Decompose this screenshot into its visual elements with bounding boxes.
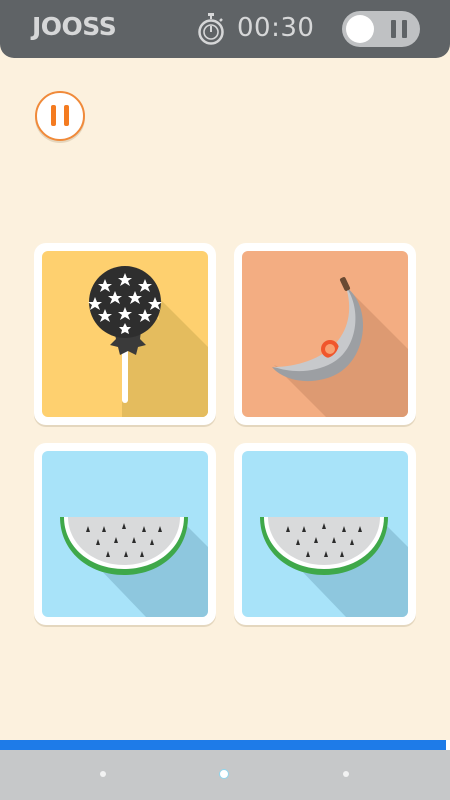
pause-icon xyxy=(51,105,56,126)
pause-button[interactable] xyxy=(35,91,85,141)
app-logo: JOOSS xyxy=(32,12,117,41)
toggle-knob xyxy=(346,15,374,43)
lollipop-icon xyxy=(42,251,208,417)
timer-display: 00:30 xyxy=(237,13,315,43)
nav-dot-recent[interactable] xyxy=(343,771,349,777)
nav-dot-home[interactable] xyxy=(219,769,229,779)
progress-end xyxy=(446,740,450,750)
banana-icon xyxy=(242,251,408,417)
bottom-nav-bar xyxy=(0,750,450,800)
nav-dot-back[interactable] xyxy=(100,771,106,777)
progress-fill xyxy=(0,740,446,750)
pause-icon xyxy=(391,20,409,38)
card-face xyxy=(242,451,408,617)
stopwatch-icon xyxy=(198,13,224,45)
card-face xyxy=(42,251,208,417)
card-lollipop[interactable] xyxy=(34,243,216,425)
watermelon-icon xyxy=(242,451,408,617)
card-watermelon[interactable] xyxy=(234,443,416,625)
watermelon-icon xyxy=(42,451,208,617)
card-face xyxy=(242,251,408,417)
top-bar: JOOSS 00:30 xyxy=(0,0,450,58)
card-banana[interactable] xyxy=(234,243,416,425)
card-watermelon[interactable] xyxy=(34,443,216,625)
time-progress-bar xyxy=(0,740,450,750)
pause-toggle[interactable] xyxy=(342,11,420,47)
card-face xyxy=(42,451,208,617)
